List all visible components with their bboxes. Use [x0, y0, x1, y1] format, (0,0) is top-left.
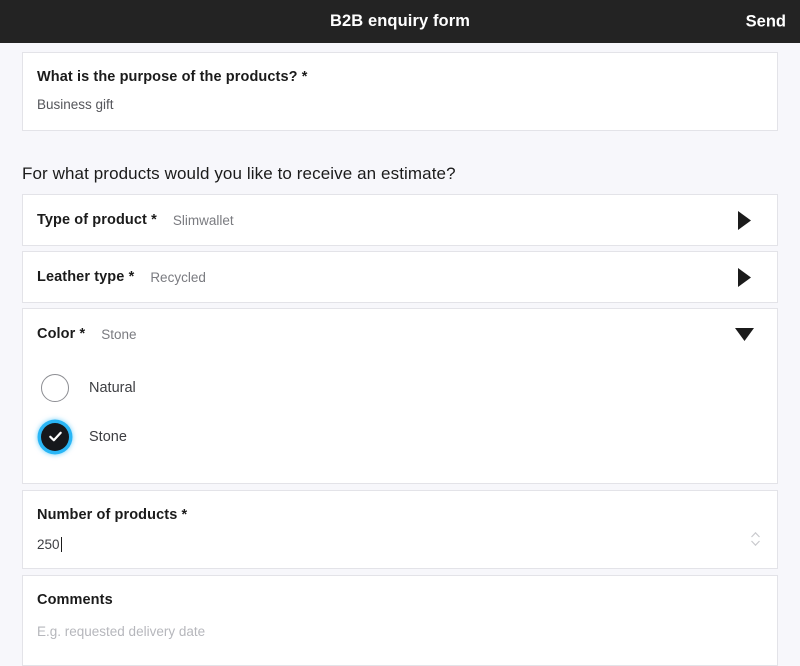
accordion-header-leather-type[interactable]: Leather type * Recycled [23, 252, 777, 302]
accordion-row-type-of-product: Type of product * Slimwallet [22, 194, 778, 246]
required-asterisk: * [301, 69, 308, 85]
leather-type-label: Leather type * [37, 269, 134, 285]
required-asterisk: * [79, 326, 86, 342]
accordion-row-leather-type: Leather type * Recycled [22, 251, 778, 303]
purpose-label: What is the purpose of the products? * [37, 69, 763, 85]
check-icon [48, 431, 62, 442]
form-body: What is the purpose of the products? * B… [0, 52, 800, 666]
chevron-right-icon[interactable] [733, 209, 755, 231]
accordion-header-type-of-product[interactable]: Type of product * Slimwallet [23, 195, 777, 245]
chevron-right-icon[interactable] [733, 266, 755, 288]
type-of-product-label: Type of product * [37, 212, 157, 228]
purpose-label-text: What is the purpose of the products? [37, 69, 298, 85]
type-of-product-label-text: Type of product [37, 212, 147, 228]
number-of-products-card: Number of products * 250 [22, 490, 778, 569]
color-options-list: Natural Stone [23, 359, 777, 483]
leather-type-label-text: Leather type [37, 269, 125, 285]
leather-type-value: Recycled [150, 269, 206, 285]
stepper-up-down-icon[interactable] [749, 528, 761, 550]
text-caret [60, 537, 62, 552]
accordion-row-color: Color * Stone Natural Stone [22, 308, 778, 484]
required-asterisk: * [128, 269, 135, 285]
number-of-products-label-text: Number of products [37, 507, 178, 523]
number-of-products-value: 250 [37, 537, 60, 552]
product-accordion: Type of product * Slimwallet Leather typ… [0, 194, 800, 484]
required-asterisk: * [151, 212, 157, 228]
accordion-header-color[interactable]: Color * Stone [23, 309, 777, 359]
required-asterisk: * [181, 507, 188, 523]
comments-input[interactable]: E.g. requested delivery date [37, 624, 763, 639]
color-label: Color * [37, 326, 85, 342]
purpose-field-card: What is the purpose of the products? * B… [22, 52, 778, 131]
radio-option-natural[interactable]: Natural [37, 363, 763, 412]
color-label-text: Color [37, 326, 76, 342]
radio-unchecked-icon[interactable] [41, 373, 69, 402]
radio-option-stone[interactable]: Stone [37, 412, 763, 461]
comments-label: Comments [37, 592, 113, 608]
app-header: B2B enquiry form Send [0, 0, 800, 43]
comments-card: Comments E.g. requested delivery date [22, 575, 778, 666]
type-of-product-value: Slimwallet [172, 212, 234, 228]
page-title: B2B enquiry form [329, 12, 471, 30]
section-heading: For what products would you like to rece… [22, 164, 456, 183]
color-value: Stone [101, 326, 137, 342]
radio-checked-icon[interactable] [41, 422, 69, 451]
chevron-down-icon[interactable] [733, 323, 755, 345]
send-button[interactable]: Send [740, 8, 792, 35]
number-of-products-input[interactable]: 250 [37, 537, 763, 552]
purpose-value[interactable]: Business gift [37, 97, 763, 112]
radio-label-natural: Natural [89, 379, 136, 396]
number-of-products-label: Number of products * [37, 507, 763, 523]
radio-label-stone: Stone [89, 428, 127, 445]
